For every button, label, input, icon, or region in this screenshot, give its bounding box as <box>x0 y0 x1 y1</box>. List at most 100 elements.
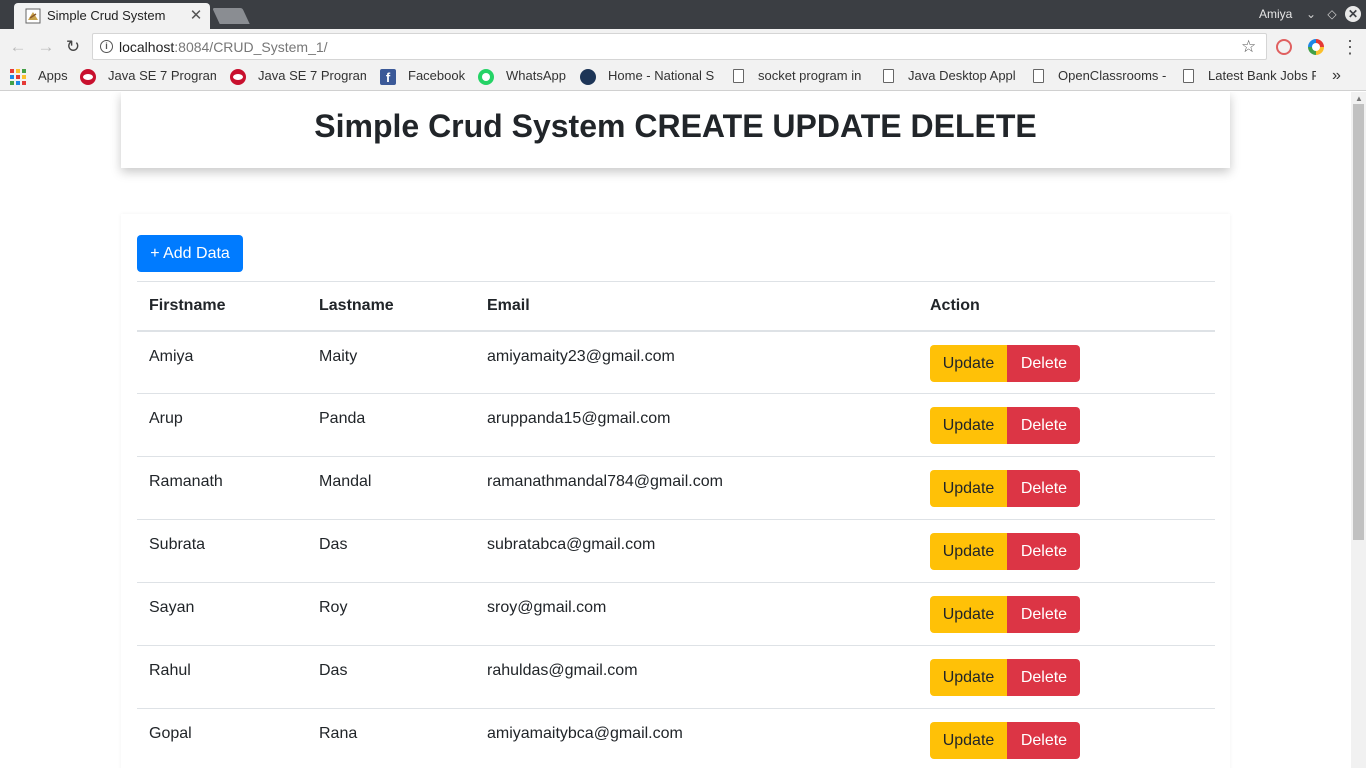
cell-firstname: Rahul <box>137 645 307 709</box>
browser-menu-icon[interactable]: ⋮ <box>1341 37 1359 58</box>
delete-button[interactable]: Delete <box>1007 722 1081 759</box>
cell-action: Update Delete <box>918 519 1215 583</box>
cell-email: amiyamaitybca@gmail.com <box>475 708 918 768</box>
facebook-icon: f <box>380 69 396 85</box>
cell-action: Update Delete <box>918 645 1215 709</box>
data-table: Firstname Lastname Email Action Amiya Ma… <box>137 281 1215 768</box>
page-icon <box>1183 69 1194 83</box>
delete-button[interactable]: Delete <box>1007 596 1081 633</box>
bookmark-latest-bank-jobs[interactable]: Latest Bank Jobs R <box>1208 68 1316 86</box>
delete-button[interactable]: Delete <box>1007 659 1081 696</box>
bookmark-java-se-7-a[interactable]: Java SE 7 Program <box>108 68 216 86</box>
cell-action: Update Delete <box>918 456 1215 520</box>
page-icon <box>733 69 744 83</box>
vertical-scrollbar[interactable]: ▲ <box>1351 92 1366 768</box>
cell-email: amiyamaity23@gmail.com <box>475 330 918 394</box>
cell-lastname: Maity <box>307 330 475 394</box>
maximize-icon[interactable]: ◇ <box>1325 6 1339 22</box>
delete-button[interactable]: Delete <box>1007 407 1081 444</box>
update-button[interactable]: Update <box>930 533 1007 570</box>
cell-firstname: Ramanath <box>137 456 307 520</box>
table-row: Sayan Roy sroy@gmail.com Update Delete <box>137 582 1215 646</box>
header-card: Simple Crud System CREATE UPDATE DELETE <box>121 92 1230 168</box>
cell-email: subratabca@gmail.com <box>475 519 918 583</box>
page-viewport: Simple Crud System CREATE UPDATE DELETE … <box>0 92 1351 768</box>
page-favicon-icon <box>25 8 41 24</box>
new-tab-button[interactable] <box>212 8 250 24</box>
update-button[interactable]: Update <box>930 659 1007 696</box>
cell-action: Update Delete <box>918 330 1215 394</box>
content-card: + Add Data Firstname Lastname Email Acti… <box>121 214 1230 768</box>
cell-action: Update Delete <box>918 393 1215 457</box>
cell-lastname: Roy <box>307 582 475 646</box>
forward-arrow-icon[interactable]: → <box>36 37 56 57</box>
scroll-up-arrow-icon[interactable]: ▲ <box>1355 94 1363 103</box>
cell-email: sroy@gmail.com <box>475 582 918 646</box>
minimize-icon[interactable]: ⌄ <box>1304 6 1318 22</box>
cell-lastname: Mandal <box>307 456 475 520</box>
bookmark-openclassrooms[interactable]: OpenClassrooms - <box>1058 68 1166 86</box>
site-info-icon[interactable]: i <box>100 40 113 53</box>
window-close-icon[interactable]: ✕ <box>1345 6 1361 22</box>
column-header-email: Email <box>475 281 918 332</box>
cell-lastname: Das <box>307 519 475 583</box>
browser-tab[interactable]: Simple Crud System ✕ <box>14 3 210 29</box>
extension-icon[interactable] <box>1276 39 1292 55</box>
cell-action: Update Delete <box>918 582 1215 646</box>
cell-firstname: Arup <box>137 393 307 457</box>
bookmark-java-desktop[interactable]: Java Desktop Appl <box>908 68 1016 86</box>
add-data-button[interactable]: + Add Data <box>137 235 243 272</box>
column-header-lastname: Lastname <box>307 281 475 332</box>
table-header-row: Firstname Lastname Email Action <box>137 281 1215 332</box>
table-row: Arup Panda aruppanda15@gmail.com Update … <box>137 393 1215 457</box>
apps-grid-icon <box>10 69 26 85</box>
bookmark-java-se-7-b[interactable]: Java SE 7 Program <box>258 68 366 86</box>
update-button[interactable]: Update <box>930 344 1007 382</box>
bookmark-socket-program[interactable]: socket program in <box>758 68 866 86</box>
cell-lastname: Das <box>307 645 475 709</box>
more-bookmarks-icon[interactable]: » <box>1332 67 1341 85</box>
cell-lastname: Rana <box>307 708 475 768</box>
delete-button[interactable]: Delete <box>1007 533 1081 570</box>
browser-toolbar: ← → ↻ i localhost:8084/CRUD_System_1/ ☆ <box>0 29 1366 64</box>
table-row: Rahul Das rahuldas@gmail.com Update Dele… <box>137 645 1215 709</box>
reload-icon[interactable]: ↻ <box>63 37 83 57</box>
bookmark-apps[interactable]: Apps <box>38 68 68 86</box>
cell-firstname: Gopal <box>137 708 307 768</box>
tab-title: Simple Crud System <box>47 8 166 23</box>
update-button[interactable]: Update <box>930 722 1007 759</box>
column-header-firstname: Firstname <box>137 281 307 332</box>
delete-button[interactable]: Delete <box>1007 344 1081 382</box>
update-button[interactable]: Update <box>930 596 1007 633</box>
bookmark-facebook[interactable]: Facebook <box>408 68 465 86</box>
whatsapp-icon <box>478 69 494 85</box>
chrome-extension-icon[interactable] <box>1308 39 1324 55</box>
bookmark-star-icon[interactable]: ☆ <box>1241 37 1256 57</box>
address-bar[interactable]: i localhost:8084/CRUD_System_1/ ☆ <box>92 33 1267 60</box>
close-tab-icon[interactable]: ✕ <box>189 6 203 24</box>
scrollbar-thumb[interactable] <box>1353 104 1364 540</box>
delete-button[interactable]: Delete <box>1007 470 1081 507</box>
page-icon <box>1033 69 1044 83</box>
bookmark-whatsapp[interactable]: WhatsApp <box>506 68 566 86</box>
cell-email: aruppanda15@gmail.com <box>475 393 918 457</box>
cell-lastname: Panda <box>307 393 475 457</box>
cell-firstname: Sayan <box>137 582 307 646</box>
browser-tab-strip: Simple Crud System ✕ Amiya ⌄ ◇ ✕ <box>0 0 1366 29</box>
url-path: :8084/CRUD_System_1/ <box>174 39 328 55</box>
url-text[interactable]: localhost:8084/CRUD_System_1/ <box>119 39 328 55</box>
cell-action: Update Delete <box>918 708 1215 768</box>
oracle-icon <box>230 69 246 85</box>
table-row: Amiya Maity amiyamaity23@gmail.com Updat… <box>137 330 1215 394</box>
bookmark-home-national[interactable]: Home - National S <box>608 68 716 86</box>
table-row: Gopal Rana amiyamaitybca@gmail.com Updat… <box>137 708 1215 768</box>
table-row: Ramanath Mandal ramanathmandal784@gmail.… <box>137 456 1215 520</box>
update-button[interactable]: Update <box>930 470 1007 507</box>
cell-email: ramanathmandal784@gmail.com <box>475 456 918 520</box>
url-host: localhost <box>119 39 175 55</box>
profile-name[interactable]: Amiya <box>1259 7 1292 21</box>
page-icon <box>883 69 894 83</box>
back-arrow-icon[interactable]: ← <box>8 37 28 57</box>
update-button[interactable]: Update <box>930 407 1007 444</box>
column-header-action: Action <box>918 281 1215 332</box>
